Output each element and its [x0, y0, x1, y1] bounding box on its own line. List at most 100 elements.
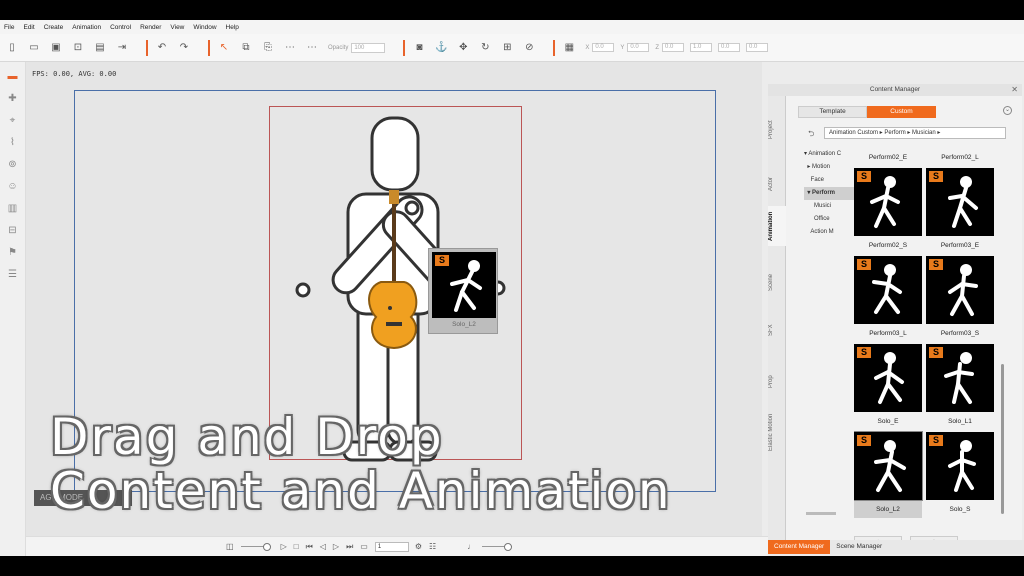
- grid-item[interactable]: S Solo_L1: [926, 344, 994, 432]
- redo-icon[interactable]: ↷: [178, 42, 190, 54]
- volume-icon[interactable]: ♩: [467, 542, 475, 551]
- play-icon[interactable]: ▷: [281, 542, 287, 551]
- paste-icon[interactable]: ⎘: [262, 42, 274, 54]
- rotate-icon[interactable]: ↻: [479, 42, 491, 54]
- grid-item-partial[interactable]: Perform02_L: [926, 148, 994, 168]
- side-tab-animation[interactable]: Animation: [768, 206, 786, 246]
- align-icon[interactable]: ▦: [563, 42, 575, 54]
- stop-icon[interactable]: □: [294, 542, 299, 551]
- tab-scene-manager[interactable]: Scene Manager: [830, 540, 888, 554]
- grid-item[interactable]: S Solo_E: [854, 344, 922, 432]
- side-tab-project[interactable]: Project: [768, 110, 786, 150]
- menu-item-create[interactable]: Create: [44, 24, 64, 31]
- grid-item[interactable]: S Perform02_S: [854, 168, 922, 256]
- actor-icon[interactable]: ✚: [6, 92, 20, 106]
- tree-node[interactable]: Face: [804, 174, 854, 187]
- open-folder-icon[interactable]: ▭: [28, 42, 40, 54]
- skew-field[interactable]: 0.0: [746, 43, 769, 52]
- audio-icon[interactable]: ◫: [226, 542, 234, 551]
- next-frame-icon[interactable]: ▷: [333, 542, 339, 551]
- menu-item-animation[interactable]: Animation: [72, 24, 101, 31]
- rotation-field[interactable]: 0.0: [718, 43, 741, 52]
- render-icon[interactable]: ▤: [94, 42, 106, 54]
- grid-item-partial[interactable]: Perform02_E: [854, 148, 922, 168]
- side-tab-elastic-motion[interactable]: Elastic Motion: [768, 402, 786, 462]
- grid-item[interactable]: S Perform03_S: [926, 256, 994, 344]
- loop-icon[interactable]: ▭: [360, 542, 368, 551]
- timeline-icon[interactable]: ▬: [6, 70, 20, 84]
- breadcrumb[interactable]: Animation Custom ▸ Perform ▸ Musician ▸: [824, 127, 1006, 139]
- copy-icon[interactable]: ⧉: [240, 42, 252, 54]
- timeline-toggle-icon[interactable]: ☷: [429, 542, 436, 551]
- menu-item-window[interactable]: Window: [193, 24, 216, 31]
- tab-content-manager[interactable]: Content Manager: [768, 540, 831, 554]
- menu-item-edit[interactable]: Edit: [23, 24, 34, 31]
- new-file-icon[interactable]: ▯: [6, 42, 18, 54]
- back-icon[interactable]: ⮌: [808, 128, 814, 142]
- volume-slider[interactable]: [482, 543, 513, 551]
- bone-icon[interactable]: ⌇: [6, 136, 20, 150]
- motion-icon[interactable]: ☺: [6, 180, 20, 194]
- tree-node[interactable]: Musici: [804, 200, 854, 213]
- tree-node[interactable]: ▾ Perform: [804, 187, 854, 200]
- tab-template[interactable]: Template: [798, 106, 867, 118]
- grid-item[interactable]: S Perform03_E: [926, 168, 994, 256]
- y-field[interactable]: 0.0: [627, 43, 650, 52]
- last-frame-icon[interactable]: ⏭: [346, 542, 353, 552]
- unlink-icon[interactable]: ⋯: [306, 42, 318, 54]
- folder-tree: ▾ Animation C ▸ Motion Face ▾ Perform Mu…: [804, 148, 854, 518]
- prev-frame-icon[interactable]: ◁: [320, 542, 326, 551]
- x-field[interactable]: 0.0: [592, 43, 615, 52]
- menu-item-file[interactable]: File: [4, 24, 14, 31]
- move-icon[interactable]: ✥: [457, 42, 469, 54]
- tab-custom[interactable]: Custom: [867, 106, 936, 118]
- layers-icon[interactable]: ☰: [6, 268, 20, 282]
- sprite-icon[interactable]: ▥: [6, 202, 20, 216]
- grid-item[interactable]: S Solo_S: [926, 432, 994, 518]
- tree-node[interactable]: ▸ Motion: [804, 161, 854, 174]
- save-icon[interactable]: ▣: [50, 42, 62, 54]
- menu-item-help[interactable]: Help: [226, 24, 239, 31]
- tree-node[interactable]: Office: [804, 213, 854, 226]
- flag-icon[interactable]: ⚑: [6, 246, 20, 260]
- menu-item-control[interactable]: Control: [110, 24, 131, 31]
- grid-item[interactable]: S Perform03_L: [854, 256, 922, 344]
- opacity-field[interactable]: 100: [351, 42, 386, 53]
- menu-item-render[interactable]: Render: [140, 24, 161, 31]
- side-tab-sfx[interactable]: SFX: [768, 310, 786, 350]
- dragged-animation-thumbnail[interactable]: S Solo_L2: [428, 248, 498, 334]
- collapse-icon[interactable]: ⌄: [1003, 106, 1012, 115]
- side-tab-actor[interactable]: Actor: [768, 164, 786, 204]
- mirror-icon[interactable]: ⊘: [523, 42, 535, 54]
- puppet-icon[interactable]: ⌖: [6, 114, 20, 128]
- tree-node[interactable]: ▾ Animation C: [804, 148, 854, 161]
- overlay-caption: Drag and Drop Content and Animation: [50, 410, 672, 518]
- side-tab-scene[interactable]: Scene: [768, 262, 786, 302]
- item-caption: Solo_L1: [948, 418, 972, 425]
- export-icon[interactable]: ⇥: [116, 42, 128, 54]
- camera-icon[interactable]: ◙: [413, 42, 425, 54]
- frame-field[interactable]: 1: [374, 541, 409, 552]
- face-icon[interactable]: ⊚: [6, 158, 20, 172]
- cart-icon[interactable]: ⊡: [72, 42, 84, 54]
- close-icon[interactable]: ✕: [1011, 84, 1018, 96]
- select-arrow-icon[interactable]: ↖: [218, 42, 230, 54]
- z-field[interactable]: 0.0: [662, 43, 685, 52]
- settings-icon[interactable]: ⚙: [415, 542, 422, 551]
- grid-scrollbar[interactable]: [1001, 364, 1004, 514]
- menu-item-view[interactable]: View: [170, 24, 184, 31]
- x-label: X: [585, 44, 590, 51]
- grid-item[interactable]: S Solo_L2: [854, 431, 923, 518]
- s-badge-icon: S: [857, 259, 871, 270]
- scale-icon[interactable]: ⊞: [501, 42, 513, 54]
- tree-scrollbar[interactable]: [806, 512, 836, 515]
- side-tab-prop[interactable]: Prop: [768, 362, 786, 402]
- link-icon[interactable]: ⋯: [284, 42, 296, 54]
- camera-tool-icon[interactable]: ⊟: [6, 224, 20, 238]
- anchor-icon[interactable]: ⚓: [435, 42, 447, 54]
- undo-icon[interactable]: ↶: [156, 42, 168, 54]
- first-frame-icon[interactable]: ⏮: [306, 542, 313, 552]
- scale-field[interactable]: 1.0: [690, 43, 713, 52]
- speed-slider[interactable]: [240, 543, 271, 551]
- tree-node[interactable]: Action M: [804, 226, 854, 239]
